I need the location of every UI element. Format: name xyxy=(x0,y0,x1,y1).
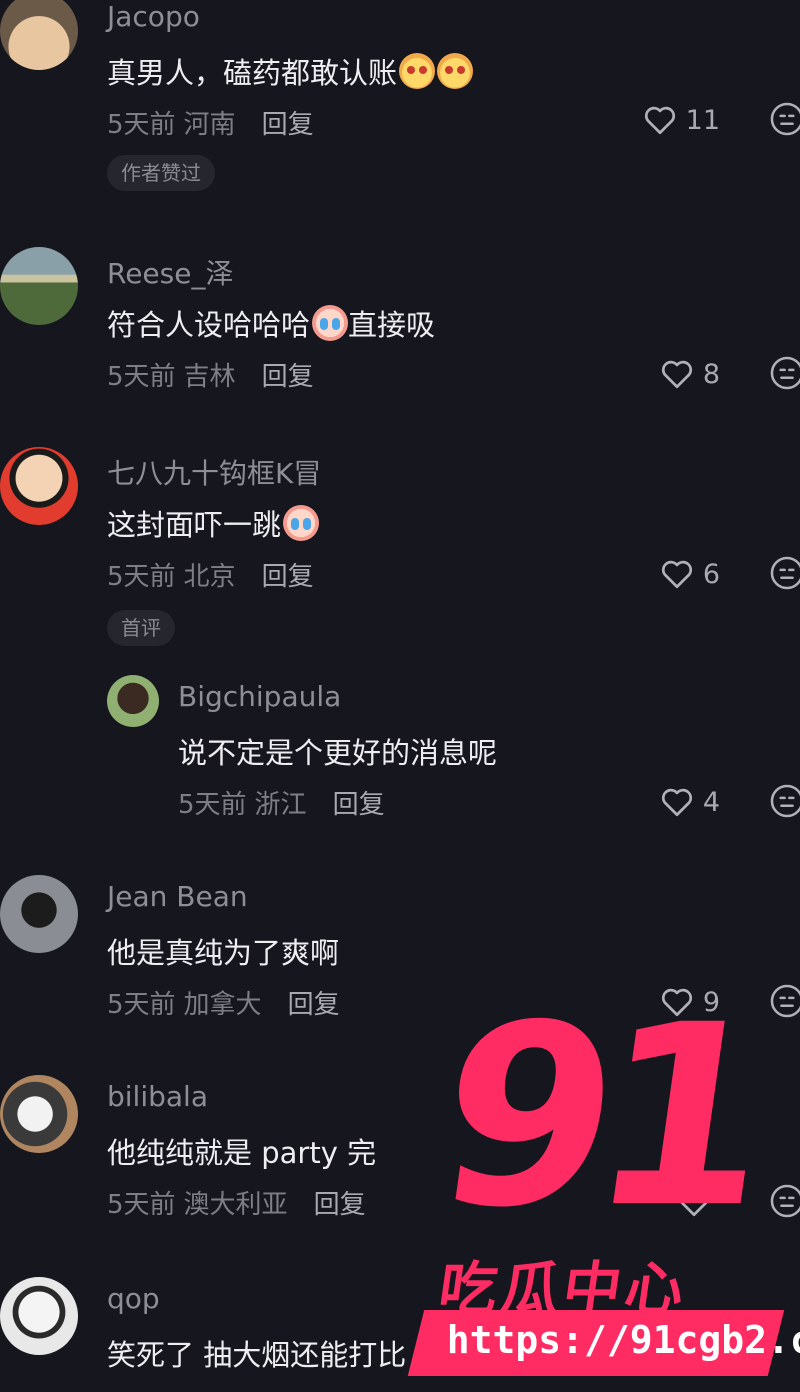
heart-icon xyxy=(644,106,675,135)
crying-emoji-icon xyxy=(312,305,349,341)
like-button[interactable]: 9 xyxy=(659,982,720,1022)
watermark-url: https://91cgb2.com xyxy=(446,1318,800,1362)
dislike-button[interactable] xyxy=(768,1182,800,1220)
comment-meta: 5天前 加拿大 回复 xyxy=(107,984,340,1021)
like-count: 4 xyxy=(702,786,720,818)
comment-meta: 5天前 北京 回复 xyxy=(107,556,314,593)
comment-text: 真男人，磕药都敢认账 xyxy=(107,50,474,92)
comment-time: 5天前 xyxy=(107,110,176,140)
reply-button[interactable]: 回复 xyxy=(262,362,314,392)
neutral-face-icon xyxy=(770,102,800,136)
like-button[interactable]: 4 xyxy=(659,782,720,822)
heart-icon xyxy=(661,560,692,589)
dislike-button[interactable] xyxy=(768,100,800,138)
like-count: 9 xyxy=(702,986,720,1018)
comment-text-content: 这封面吓一跳 xyxy=(107,508,282,542)
avatar[interactable] xyxy=(0,1277,78,1355)
comment-text-content: 真男人，磕药都敢认账 xyxy=(107,56,398,90)
like-button[interactable]: 6 xyxy=(659,554,720,594)
pear-emoji-icon xyxy=(399,53,436,89)
dislike-button[interactable] xyxy=(768,782,800,820)
reply-button[interactable]: 回复 xyxy=(262,562,314,592)
avatar[interactable] xyxy=(0,875,78,953)
reply-button[interactable]: 回复 xyxy=(288,990,340,1020)
reply-button[interactable]: 回复 xyxy=(314,1190,366,1220)
dislike-button[interactable] xyxy=(768,554,800,592)
crying-emoji-icon xyxy=(283,505,320,541)
watermark-url-banner: https://91cgb2.com xyxy=(407,1310,800,1376)
avatar[interactable] xyxy=(0,1075,78,1153)
heart-icon xyxy=(661,360,692,389)
neutral-face-icon xyxy=(770,556,800,590)
comment-time: 5天前 xyxy=(107,1190,176,1220)
comment-time: 5天前 xyxy=(107,362,176,392)
comment-time: 5天前 xyxy=(107,562,176,592)
comment-text: 说不定是个更好的消息呢 xyxy=(178,730,497,772)
neutral-face-icon xyxy=(770,356,800,390)
comment-username[interactable]: Jacopo xyxy=(107,0,200,33)
comment-text: 他纯纯就是 party 完 xyxy=(107,1130,376,1172)
dislike-button[interactable] xyxy=(768,354,800,392)
comment-text: 笑死了 抽大烟还能打比 xyxy=(107,1332,406,1374)
avatar[interactable] xyxy=(0,247,78,325)
comment-username[interactable]: bilibala xyxy=(107,1080,208,1113)
comment-location: 吉林 xyxy=(183,362,236,392)
comment-username[interactable]: qop xyxy=(107,1282,160,1315)
like-count: 6 xyxy=(702,558,720,590)
dislike-button[interactable] xyxy=(768,982,800,1020)
comment-text: 符合人设哈哈哈 直接吸 xyxy=(107,302,435,344)
avatar[interactable] xyxy=(0,447,78,525)
like-button[interactable]: 8 xyxy=(659,354,720,394)
comment-location: 浙江 xyxy=(254,790,307,820)
like-button[interactable]: 11 xyxy=(642,100,720,140)
comment-username[interactable]: Reese_泽 xyxy=(107,252,233,292)
like-count: 11 xyxy=(685,104,720,136)
comment-username[interactable]: Jean Bean xyxy=(107,880,248,913)
comment-location: 北京 xyxy=(183,562,236,592)
avatar[interactable] xyxy=(107,675,159,727)
comment-text-content: 笑死了 抽大烟还能打比 xyxy=(107,1338,407,1372)
pear-emoji-icon xyxy=(437,53,474,89)
comment-text-content: 符合人设哈哈哈 xyxy=(107,308,311,342)
comment-meta: 5天前 澳大利亚 回复 xyxy=(107,1184,366,1221)
comment-time: 5天前 xyxy=(107,990,176,1020)
reply-button[interactable]: 回复 xyxy=(333,790,385,820)
heart-icon xyxy=(661,988,692,1017)
comment-text-content: 他是真纯为了爽啊 xyxy=(107,936,340,970)
watermark-logo: 91 吃瓜中心 https://91cgb2.com xyxy=(407,971,800,1392)
reply-button[interactable]: 回复 xyxy=(262,110,314,140)
comment-text-content-after: 直接吸 xyxy=(348,308,436,342)
neutral-face-icon xyxy=(770,1184,800,1218)
comment-meta: 5天前 吉林 回复 xyxy=(107,356,314,393)
watermark-title: 吃瓜中心 xyxy=(434,1255,693,1323)
comment-meta: 5天前 浙江 回复 xyxy=(178,784,385,821)
avatar[interactable] xyxy=(0,0,78,70)
like-count: 8 xyxy=(702,358,720,390)
comment-location: 加拿大 xyxy=(183,990,262,1020)
heart-icon xyxy=(661,788,692,817)
heart-icon xyxy=(678,1188,710,1217)
comment-location: 澳大利亚 xyxy=(183,1190,288,1220)
first-comment-badge: 首评 xyxy=(107,610,175,646)
comment-meta: 5天前 河南 回复 xyxy=(107,104,314,141)
like-button[interactable] xyxy=(676,1182,720,1222)
neutral-face-icon xyxy=(770,984,800,1018)
comment-text: 这封面吓一跳 xyxy=(107,502,320,544)
author-liked-badge: 作者赞过 xyxy=(107,155,215,191)
neutral-face-icon xyxy=(770,784,800,818)
comment-username[interactable]: Bigchipaula xyxy=(178,680,341,713)
comment-username[interactable]: 七八九十钩框K冒 xyxy=(107,452,321,492)
comment-text-content: 说不定是个更好的消息呢 xyxy=(178,736,498,770)
comment-text: 他是真纯为了爽啊 xyxy=(107,930,339,972)
comment-time: 5天前 xyxy=(178,790,247,820)
comment-location: 河南 xyxy=(183,110,236,140)
comment-text-content: 他纯纯就是 party 完 xyxy=(107,1136,377,1170)
